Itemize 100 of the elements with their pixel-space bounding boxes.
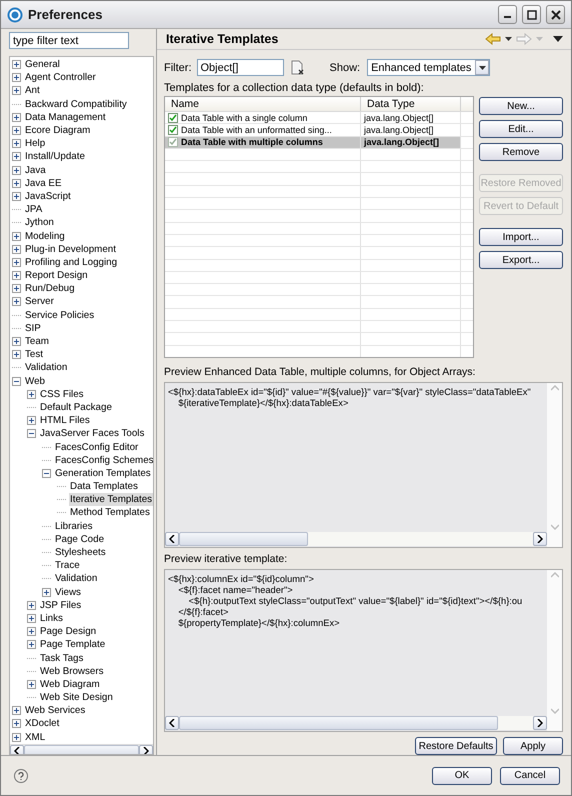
tree-item[interactable]: XDoclet (24, 717, 60, 730)
table-cell[interactable]: Data Table with a single column (165, 112, 361, 124)
expand-toggle[interactable] (12, 706, 21, 716)
tree-item[interactable]: Validation (24, 361, 68, 374)
tree-item[interactable]: Web Browsers (39, 664, 105, 678)
action-button[interactable]: Remove (479, 143, 563, 161)
dialog-button[interactable]: Cancel (500, 766, 560, 784)
horizontal-scrollbar[interactable] (10, 744, 153, 754)
tree-item[interactable]: Report Design (24, 269, 89, 282)
expand-toggle[interactable] (12, 73, 21, 82)
expand-toggle[interactable] (12, 139, 21, 148)
tree-item[interactable]: Libraries (54, 520, 94, 533)
expand-toggle[interactable] (12, 719, 21, 728)
tree-item[interactable]: Service Policies (24, 308, 96, 322)
expand-toggle[interactable] (12, 86, 21, 96)
expand-toggle[interactable] (12, 152, 21, 162)
tree-item[interactable]: Test (24, 348, 44, 362)
tree-item[interactable]: Page Code (54, 532, 106, 546)
tree-item[interactable]: Java (24, 164, 47, 177)
expand-toggle[interactable] (12, 732, 21, 742)
expand-toggle[interactable] (27, 680, 36, 689)
table-cell[interactable]: Data Table with an unformatted sing... (165, 124, 361, 136)
tree-item[interactable]: Links (39, 612, 64, 625)
expand-toggle[interactable] (27, 614, 36, 623)
tree-item[interactable]: Views (54, 586, 82, 599)
filter-field[interactable]: type filter text (9, 32, 129, 49)
collapse-toggle[interactable] (27, 429, 36, 438)
action-button[interactable]: Import... (479, 228, 563, 246)
checkbox[interactable] (168, 137, 178, 148)
expand-toggle[interactable] (27, 390, 36, 399)
tree-item[interactable]: Profiling and Logging (24, 256, 118, 269)
expand-toggle[interactable] (12, 271, 21, 280)
back-icon[interactable] (485, 33, 501, 45)
minimize-button[interactable] (498, 5, 517, 24)
tree-item[interactable]: Backward Compatibility (24, 98, 128, 111)
action-button[interactable]: Edit... (479, 120, 563, 138)
tree-item[interactable]: JavaServer Faces Tools (39, 427, 146, 440)
expand-toggle[interactable] (27, 640, 36, 650)
tree-item[interactable]: Page Design (39, 625, 98, 638)
tree-item[interactable]: Task Tags (39, 652, 84, 665)
expand-toggle[interactable] (12, 284, 21, 294)
dialog-button[interactable]: OK (432, 766, 492, 784)
tree-item[interactable]: General (24, 58, 61, 72)
horizontal-scrollbar[interactable] (165, 716, 547, 730)
expand-toggle[interactable] (12, 297, 21, 306)
clear-filter-icon[interactable] (290, 60, 304, 75)
tree-item[interactable]: HTML Files (39, 414, 91, 428)
tree-item[interactable]: Page Template (39, 638, 106, 652)
tree-item[interactable]: Data Management (24, 110, 107, 124)
filter-field[interactable]: Object[] (196, 59, 284, 76)
tree-item[interactable]: FacesConfig Schemes (54, 454, 153, 467)
action-button[interactable]: Export... (479, 251, 563, 269)
tree-item[interactable]: Ant (24, 84, 41, 98)
expand-toggle[interactable] (12, 337, 21, 346)
expand-toggle[interactable] (12, 178, 21, 188)
expand-toggle[interactable] (12, 166, 21, 175)
tree-item[interactable]: Team (24, 335, 50, 348)
tree-item[interactable]: Method Templates (69, 506, 151, 520)
action-button[interactable]: New... (479, 97, 563, 115)
expand-toggle[interactable] (12, 60, 21, 70)
tree-item[interactable]: Jython (24, 216, 55, 230)
tree-item[interactable]: Web Site Design (39, 691, 114, 704)
tree-item[interactable]: CSS Files (39, 388, 85, 401)
expand-toggle[interactable] (12, 126, 21, 136)
tree-item[interactable]: Server (24, 295, 55, 308)
expand-toggle[interactable] (27, 600, 36, 610)
tree-item[interactable]: XML (24, 730, 46, 744)
view-menu-icon[interactable] (553, 36, 563, 42)
maximize-button[interactable] (522, 5, 541, 24)
tree-item[interactable]: FacesConfig Editor (54, 440, 140, 454)
expand-toggle[interactable] (27, 416, 36, 426)
tree-item[interactable]: Java EE (24, 176, 62, 190)
expand-toggle[interactable] (27, 627, 36, 636)
expand-toggle[interactable] (12, 244, 21, 254)
expand-toggle[interactable] (12, 192, 21, 201)
show-dropdown[interactable]: Enhanced templates (367, 59, 490, 76)
tree-item[interactable]: Run/Debug (24, 282, 76, 296)
tree-item[interactable]: SIP (24, 322, 42, 335)
expand-toggle[interactable] (42, 588, 51, 597)
tree-item[interactable]: Ecore Diagram (24, 124, 92, 138)
tree-item[interactable]: JavaScript (24, 190, 72, 203)
table-cell[interactable]: Data Table with multiple columns (165, 136, 361, 148)
help-icon[interactable] (14, 768, 28, 782)
collapse-toggle[interactable] (42, 468, 51, 478)
tree-item[interactable]: Generation Templates (54, 466, 152, 480)
expand-toggle[interactable] (12, 232, 21, 241)
tree-item[interactable]: Trace (54, 559, 81, 572)
tree-item[interactable]: Stylesheets (54, 546, 107, 560)
tree-item[interactable]: Default Package (39, 400, 113, 414)
tree-item[interactable]: Data Templates (69, 480, 139, 494)
checkbox[interactable] (168, 112, 178, 123)
tree-item[interactable]: Install/Update (24, 150, 86, 164)
page-button[interactable]: Apply (503, 737, 563, 755)
column-header[interactable]: Data Type (361, 97, 461, 111)
tree-item[interactable]: Web (24, 374, 46, 388)
tree-item[interactable]: JPA (24, 203, 44, 216)
expand-toggle[interactable] (12, 350, 21, 360)
tree-item[interactable]: Web Services (24, 704, 86, 718)
tree-item[interactable]: Modeling (24, 230, 66, 243)
tree-item[interactable]: JSP Files (39, 598, 82, 612)
